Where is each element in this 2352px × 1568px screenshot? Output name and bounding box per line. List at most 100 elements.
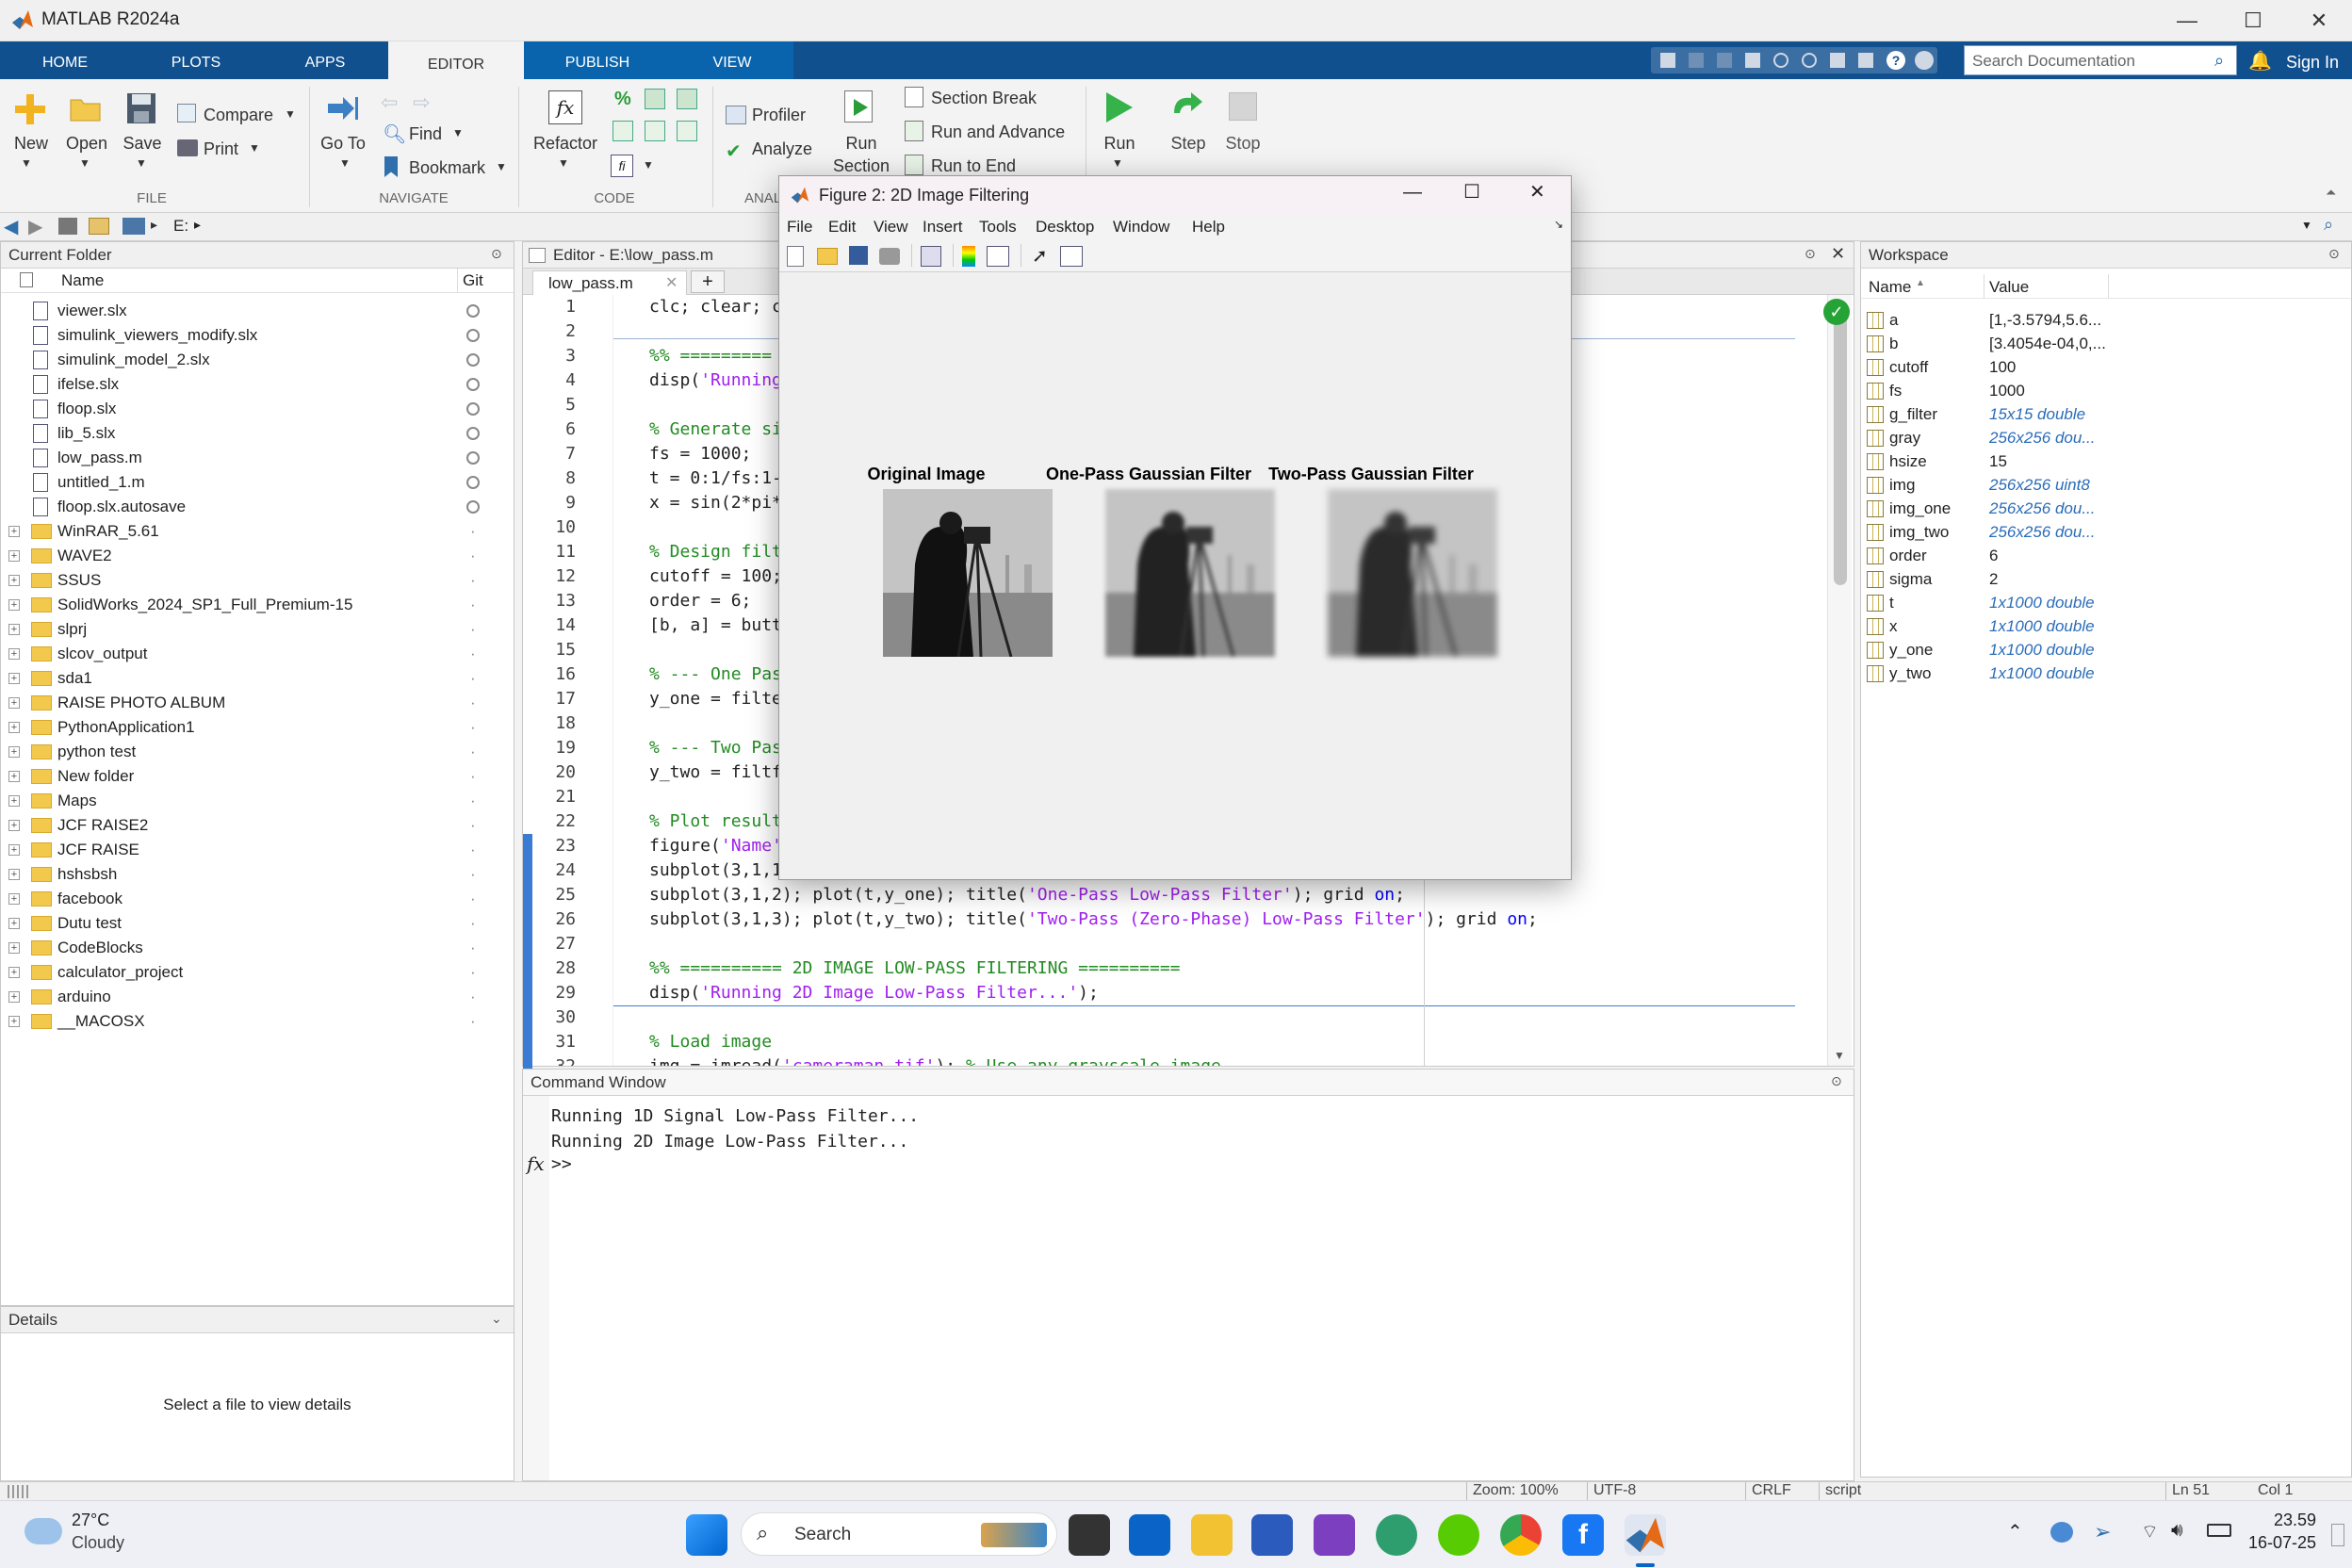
dock-arrow-icon[interactable]: ↘ <box>1554 218 1563 231</box>
path-arrow-icon[interactable]: ▸ <box>194 217 201 233</box>
analyze-button[interactable]: Analyze <box>752 139 812 159</box>
code-line[interactable]: %% ========== 2D IMAGE LOW-PASS FILTERIN… <box>649 958 1181 978</box>
undo-icon[interactable] <box>1773 53 1788 68</box>
uncomment-icon[interactable] <box>645 89 665 109</box>
notification-bell-icon[interactable]: 🔔 <box>2248 49 2272 73</box>
file-type-column-icon[interactable] <box>20 272 33 287</box>
expand-folder-icon[interactable]: + <box>8 697 20 709</box>
workspace-variable-row[interactable]: cutoff 100 <box>1861 355 2351 379</box>
expand-folder-icon[interactable]: + <box>8 893 20 905</box>
chevron-down-icon[interactable]: ▼ <box>21 156 32 170</box>
name-column-header[interactable]: Name <box>61 271 104 290</box>
expand-details-icon[interactable]: ⌄ <box>491 1311 502 1327</box>
expand-folder-icon[interactable]: + <box>8 648 20 660</box>
run-to-end-button[interactable]: Run to End <box>931 156 1016 176</box>
property-inspector-icon[interactable] <box>1060 246 1083 267</box>
visual-studio-icon[interactable] <box>1314 1514 1355 1556</box>
chevron-down-icon[interactable]: ▼ <box>285 107 296 121</box>
folder-row[interactable]: + PythonApplication1 · <box>1 715 514 740</box>
workspace-variable-row[interactable]: gray 256x256 dou... <box>1861 426 2351 449</box>
folder-row[interactable]: + SSUS · <box>1 568 514 593</box>
path-segment[interactable]: E: <box>173 217 188 236</box>
folder-row[interactable]: + Dutu test · <box>1 911 514 936</box>
git-column-header[interactable]: Git <box>463 271 483 290</box>
sort-ascending-icon[interactable]: ▲ <box>1916 278 1925 288</box>
options-icon[interactable] <box>1915 51 1934 70</box>
code-line[interactable]: y_two = filtf <box>649 762 782 782</box>
chevron-down-icon[interactable]: ▼ <box>79 156 90 170</box>
editor-tab[interactable]: low_pass.m ✕ <box>532 270 687 295</box>
folder-file-row[interactable]: viewer.slx <box>1 299 514 323</box>
menu-insert[interactable]: Insert <box>923 218 963 237</box>
folder-row[interactable]: + calculator_project · <box>1 960 514 985</box>
two-pass-filtered-image[interactable] <box>1328 489 1497 657</box>
folder-row[interactable]: + New folder · <box>1 764 514 789</box>
expand-folder-icon[interactable]: + <box>8 599 20 611</box>
start-windows-icon[interactable] <box>686 1514 727 1556</box>
expand-folder-icon[interactable]: + <box>8 795 20 807</box>
up-folder-icon[interactable] <box>58 218 77 235</box>
workspace-menu-icon[interactable]: ⊙ <box>2328 246 2340 262</box>
panel-menu-icon[interactable]: ⊙ <box>491 246 502 262</box>
battery-icon[interactable] <box>2207 1524 2231 1537</box>
expand-folder-icon[interactable]: + <box>8 746 20 758</box>
layout-icon[interactable] <box>1858 53 1873 68</box>
code-line[interactable]: % --- One Pas <box>649 664 782 684</box>
folder-file-row[interactable]: untitled_1.m <box>1 470 514 495</box>
folder-row[interactable]: + __MACOSX · <box>1 1009 514 1034</box>
wifi-icon[interactable]: ⌔ <box>2141 1520 2159 1544</box>
close-tab-icon[interactable]: ✕ <box>665 273 678 292</box>
folder-row[interactable]: + python test · <box>1 740 514 764</box>
open-button[interactable]: Open <box>62 134 111 154</box>
comment-percent-icon[interactable]: % <box>614 89 631 110</box>
path-dropdown-icon[interactable]: ▼ <box>2301 219 2312 232</box>
expand-folder-icon[interactable]: + <box>8 844 20 856</box>
workspace-variable-row[interactable]: img 256x256 uint8 <box>1861 473 2351 497</box>
folder-file-row[interactable]: lib_5.slx <box>1 421 514 446</box>
code-line[interactable]: subplot(3,1,2); plot(t,y_one); title('On… <box>649 885 1405 905</box>
collapse-ribbon-icon[interactable]: ⏶ <box>2326 185 2336 201</box>
expand-folder-icon[interactable]: + <box>8 624 20 635</box>
wrap-comments-icon[interactable] <box>677 89 697 109</box>
folder-row[interactable]: + JCF RAISE · <box>1 838 514 862</box>
menu-window[interactable]: Window <box>1113 218 1169 237</box>
expand-folder-icon[interactable]: + <box>8 771 20 782</box>
workspace-variable-row[interactable]: img_two 256x256 dou... <box>1861 520 2351 544</box>
file-explorer-icon[interactable] <box>1191 1514 1233 1556</box>
chevron-down-icon[interactable]: ▼ <box>452 126 464 139</box>
expand-folder-icon[interactable]: + <box>8 820 20 831</box>
run-section-label-2[interactable]: Section <box>829 156 893 176</box>
original-image[interactable] <box>883 489 1053 657</box>
expand-folder-icon[interactable]: + <box>8 991 20 1003</box>
code-line[interactable]: clc; clear; c <box>649 297 782 317</box>
facebook-icon[interactable]: f <box>1562 1514 1604 1556</box>
figure-window[interactable]: Figure 2: 2D Image Filtering — ☐ ✕ File … <box>778 175 1572 880</box>
folder-file-row[interactable]: simulink_viewers_modify.slx <box>1 323 514 348</box>
expand-folder-icon[interactable]: + <box>8 722 20 733</box>
switch-windows-icon[interactable] <box>1830 53 1845 68</box>
scroll-down-icon[interactable]: ▼ <box>1834 1049 1845 1062</box>
taskbar-search-box[interactable]: ⌕ Search <box>741 1512 1057 1556</box>
expand-folder-icon[interactable]: + <box>8 918 20 929</box>
code-line[interactable]: % Load image <box>649 1032 772 1052</box>
expand-folder-icon[interactable]: + <box>8 673 20 684</box>
back-arrow-icon[interactable]: ⇦ <box>381 90 398 115</box>
copy-icon[interactable] <box>1717 53 1732 68</box>
code-line[interactable]: y_one = filte <box>649 689 782 709</box>
decrease-indent-icon[interactable] <box>677 121 697 141</box>
tab-editor[interactable]: EDITOR <box>388 41 524 79</box>
folder-file-row[interactable]: low_pass.m <box>1 446 514 470</box>
chevron-down-icon[interactable]: ▼ <box>339 156 351 170</box>
editor-scroll-thumb[interactable] <box>1834 312 1847 585</box>
run-and-advance-button[interactable]: Run and Advance <box>931 122 1065 142</box>
editor-scrollbar[interactable]: ▼ <box>1827 295 1852 1066</box>
step-button[interactable]: Step <box>1165 134 1212 154</box>
code-line[interactable]: figure('Name' <box>649 836 782 856</box>
tab-plots[interactable]: PLOTS <box>130 41 262 79</box>
expand-folder-icon[interactable]: + <box>8 869 20 880</box>
folder-file-row[interactable]: simulink_model_2.slx <box>1 348 514 372</box>
print-figure-icon[interactable] <box>879 248 900 265</box>
folder-row[interactable]: + hshsbsh · <box>1 862 514 887</box>
folder-row[interactable]: + arduino · <box>1 985 514 1009</box>
weather-temperature[interactable]: 27°C <box>72 1511 109 1530</box>
